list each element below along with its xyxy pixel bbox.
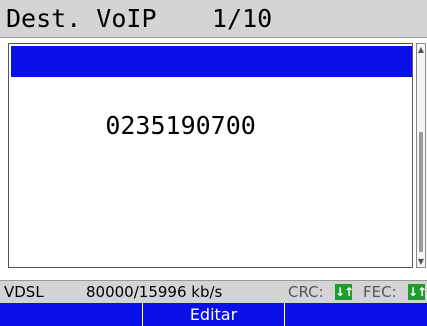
list-item-label: 0235190700 <box>105 111 256 140</box>
scroll-down-arrow-icon[interactable]: ▼ <box>416 257 426 266</box>
header-bar: Dest. VoIP 1/10 <box>0 0 427 38</box>
crc-status-icon: ↓↑ <box>335 284 354 300</box>
item-counter: 1/10 <box>212 4 273 33</box>
list-item[interactable]: 0235190700 <box>11 79 412 140</box>
crc-label: CRC: <box>288 283 324 301</box>
destination-list[interactable]: •87 0235190700 <box>8 43 413 268</box>
scroll-thumb[interactable] <box>419 132 423 252</box>
fec-label: FEC: <box>363 283 397 301</box>
line-mode: VDSL <box>4 283 44 301</box>
softkey-left[interactable] <box>0 303 143 326</box>
screen: Dest. VoIP 1/10 •87 0235190700 ▲ ▼ VDSL … <box>0 0 427 326</box>
status-bar: VDSL 80000/15996 kb/s CRC: ↓↑ FEC: ↓↑ <box>0 280 427 303</box>
scrollbar[interactable]: ▲ ▼ <box>416 43 426 268</box>
softkey-right[interactable] <box>285 303 427 326</box>
fec-status-icon: ↓↑ <box>408 284 427 300</box>
softkey-bar: Editar <box>0 303 427 326</box>
scroll-up-arrow-icon[interactable]: ▲ <box>416 45 426 54</box>
page-title: Dest. VoIP <box>6 4 157 33</box>
list-item[interactable]: •87 <box>11 46 412 107</box>
line-rate: 80000/15996 kb/s <box>86 283 223 301</box>
edit-softkey[interactable]: Editar <box>143 303 286 326</box>
